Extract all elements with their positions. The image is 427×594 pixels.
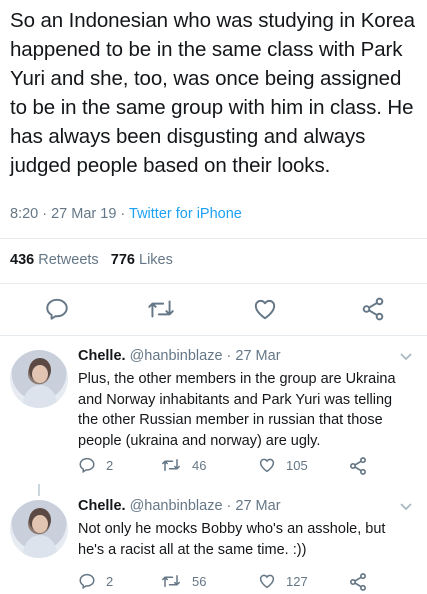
reply-button[interactable]: 2 [78,572,113,590]
reply-header: Chelle. @hanbinblaze · 27 Mar [78,498,281,514]
reply-count: 2 [106,573,114,589]
retweet-button[interactable]: 46 [160,456,206,474]
reply-tweet[interactable]: Chelle. @hanbinblaze · 27 Mar Plus, the … [0,336,427,484]
tweet-meta: 8:20 · 27 Mar 19 · Twitter for iPhone [10,206,242,222]
author-handle[interactable]: @hanbinblaze [130,348,223,364]
tweet-actions [0,296,427,326]
avatar[interactable] [10,350,68,408]
reply-text: Not only he mocks Bobby who's an asshole… [78,521,386,558]
retweet-icon [148,300,174,318]
tweet-source-link[interactable]: Twitter for iPhone [129,206,242,222]
retweets-label: Retweets [38,252,99,268]
retweets-stat[interactable]: 436 Retweets [10,252,99,268]
reply-icon [79,457,95,474]
like-button[interactable]: 105 [258,456,308,474]
avatar[interactable] [10,500,68,558]
avatar-image [22,508,58,558]
reply-tweet[interactable]: Chelle. @hanbinblaze · 27 Mar Not only h… [0,484,427,594]
share-icon [350,573,366,591]
like-icon [259,458,275,473]
retweet-count: 46 [192,457,207,473]
like-count: 105 [286,457,308,473]
reply-date: · 27 Mar [226,498,281,514]
retweets-count: 436 [10,252,35,268]
share-button[interactable] [360,296,386,322]
avatar-image [22,358,58,408]
like-icon [254,299,276,320]
reply-button[interactable] [44,296,70,322]
reply-icon [79,573,95,590]
author-name[interactable]: Chelle. [78,498,126,514]
retweet-button[interactable] [146,296,176,322]
like-button[interactable] [252,296,278,322]
meta-separator: · [116,206,130,222]
tweet-timestamp[interactable]: 8:20 · 27 Mar 19 [10,206,116,222]
reply-header: Chelle. @hanbinblaze · 27 Mar [78,348,281,364]
divider [0,283,427,284]
tweet-text: So an Indonesian who was studying in Kor… [10,9,415,177]
likes-count: 776 [110,252,135,268]
share-icon [350,457,366,475]
like-count: 127 [286,573,308,589]
reply-count: 2 [106,457,114,473]
likes-label: Likes [139,252,173,268]
divider [0,238,427,239]
tweet-stats: 436 Retweets 776 Likes [10,252,173,268]
share-button[interactable] [348,572,368,592]
chevron-down-icon[interactable] [399,502,413,512]
likes-stat[interactable]: 776 Likes [111,252,173,268]
author-name[interactable]: Chelle. [78,348,126,364]
author-handle[interactable]: @hanbinblaze [130,498,223,514]
retweet-icon [162,459,180,471]
share-icon [362,297,384,321]
like-icon [259,574,275,589]
share-button[interactable] [348,456,368,476]
reply-date: · 27 Mar [226,348,281,364]
reply-icon [46,298,68,320]
retweet-count: 56 [192,573,207,589]
retweet-icon [162,575,180,587]
reply-text: Plus, the other members in the group are… [78,371,396,449]
like-button[interactable]: 127 [258,572,308,590]
reply-button[interactable]: 2 [78,456,113,474]
chevron-down-icon[interactable] [399,352,413,362]
retweet-button[interactable]: 56 [160,572,206,590]
